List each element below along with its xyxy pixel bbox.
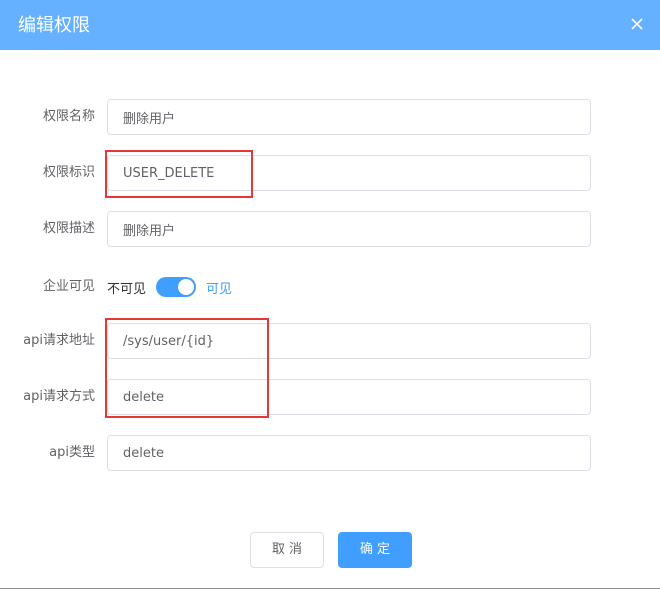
confirm-button[interactable]: 确定 bbox=[338, 532, 412, 568]
dialog-header: 编辑权限 bbox=[0, 0, 660, 50]
form-row-api-type: api类型 bbox=[0, 435, 660, 471]
form-row-api-method: api请求方式 bbox=[0, 379, 660, 415]
dialog-title: 编辑权限 bbox=[18, 15, 90, 36]
name-input[interactable] bbox=[107, 99, 591, 135]
api-type-label: api类型 bbox=[49, 445, 95, 460]
cancel-button[interactable]: 取消 bbox=[250, 532, 324, 568]
form-row-visible: 企业可见 不可见 可见 bbox=[0, 269, 660, 305]
switch-off-text[interactable]: 不可见 bbox=[107, 278, 146, 297]
visible-label: 企业可见 bbox=[42, 279, 95, 294]
visible-switch-group: 不可见 可见 bbox=[107, 269, 232, 305]
name-label: 权限名称 bbox=[42, 109, 95, 124]
code-label: 权限标识 bbox=[42, 165, 95, 180]
form-row-desc: 权限描述 bbox=[0, 211, 660, 247]
edit-permission-dialog: 编辑权限 权限名称 权限标识 权限描述 企业可见 不可见 可见 bbox=[0, 0, 660, 589]
form-row-name: 权限名称 bbox=[0, 99, 660, 135]
code-input[interactable] bbox=[107, 155, 591, 191]
api-type-input[interactable] bbox=[107, 435, 591, 471]
form-row-api-url: api请求地址 bbox=[0, 323, 660, 359]
api-url-label: api请求地址 bbox=[23, 333, 95, 348]
desc-input[interactable] bbox=[107, 211, 591, 247]
api-url-input[interactable] bbox=[107, 323, 591, 359]
close-icon[interactable] bbox=[628, 15, 646, 33]
api-method-input[interactable] bbox=[107, 379, 591, 415]
desc-label: 权限描述 bbox=[42, 221, 95, 236]
visible-toggle[interactable] bbox=[156, 277, 197, 297]
toggle-knob bbox=[178, 279, 195, 295]
form-row-code: 权限标识 bbox=[0, 155, 660, 191]
api-method-label: api请求方式 bbox=[23, 389, 95, 404]
switch-on-text[interactable]: 可见 bbox=[206, 278, 232, 297]
